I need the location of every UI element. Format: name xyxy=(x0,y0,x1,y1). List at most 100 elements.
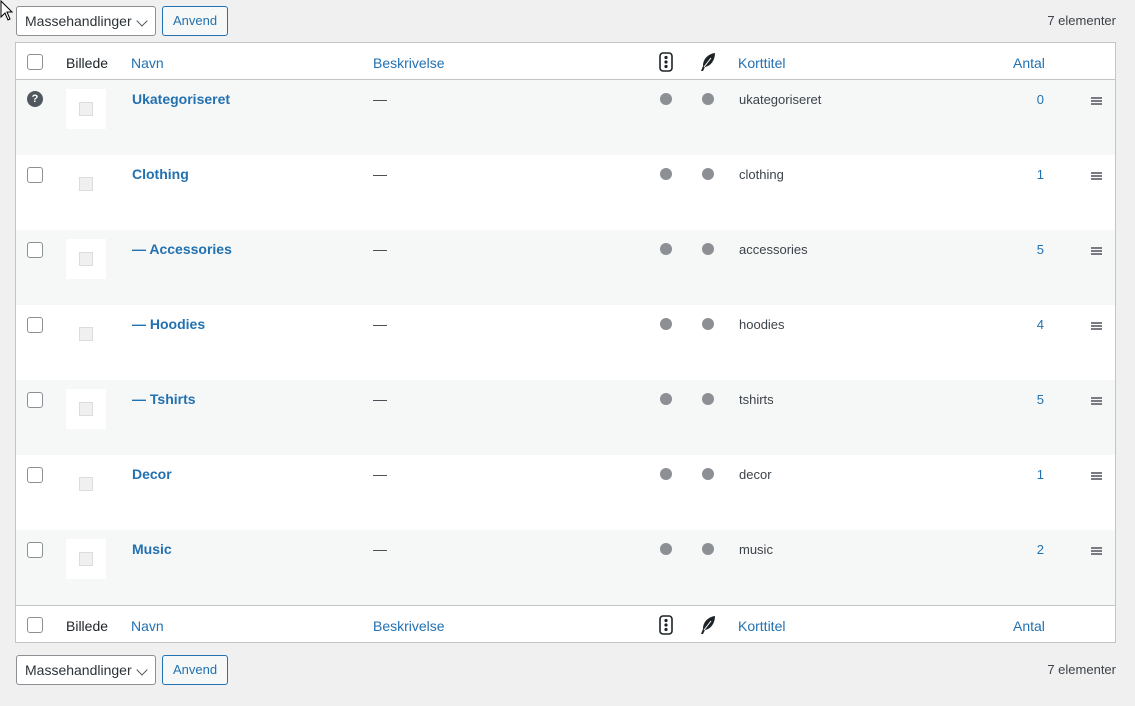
category-description: — xyxy=(373,541,387,557)
question-mark-icon: ? xyxy=(27,91,43,107)
category-slug: accessories xyxy=(739,242,808,257)
category-thumbnail xyxy=(66,239,106,279)
traffic-light-icon xyxy=(659,52,673,72)
chevron-down-icon xyxy=(136,15,148,27)
row-checkbox[interactable] xyxy=(27,542,43,558)
table-row: — Hoodies — hoodies 4 xyxy=(16,305,1115,380)
row-checkbox[interactable] xyxy=(27,392,43,408)
item-count: 7 elementer xyxy=(1047,662,1116,677)
mouse-cursor-icon xyxy=(0,0,14,21)
image-placeholder-icon xyxy=(79,477,93,491)
column-slug-footer[interactable]: Korttitel xyxy=(738,618,785,634)
select-all-checkbox-footer[interactable] xyxy=(27,617,43,633)
category-slug: clothing xyxy=(739,167,784,182)
drag-handle-icon[interactable] xyxy=(1091,547,1102,555)
category-thumbnail xyxy=(66,314,106,354)
row-checkbox[interactable] xyxy=(27,167,43,183)
column-name-header[interactable]: Navn xyxy=(131,55,164,71)
table-row: Decor — decor 1 xyxy=(16,455,1115,530)
status-dot xyxy=(702,468,714,480)
category-count-link[interactable]: 1 xyxy=(1037,167,1044,182)
category-description: — xyxy=(373,316,387,332)
column-description-header[interactable]: Beskrivelse xyxy=(373,55,445,71)
column-description-footer[interactable]: Beskrivelse xyxy=(373,618,445,634)
status-dot xyxy=(660,543,672,555)
status-dot xyxy=(660,243,672,255)
column-count-header[interactable]: Antal xyxy=(1013,55,1045,71)
category-count-link[interactable]: 2 xyxy=(1037,542,1044,557)
table-row: — Accessories — accessories 5 xyxy=(16,230,1115,305)
category-thumbnail xyxy=(66,89,106,129)
status-dot xyxy=(702,243,714,255)
category-slug: music xyxy=(739,542,773,557)
tablenav-bottom: Massehandlinger Anvend 7 elementer xyxy=(16,655,1116,685)
category-count-link[interactable]: 5 xyxy=(1037,242,1044,257)
image-placeholder-icon xyxy=(79,552,93,566)
bulk-actions-select[interactable]: Massehandlinger xyxy=(16,655,156,685)
select-all-checkbox[interactable] xyxy=(27,54,43,70)
category-thumbnail xyxy=(66,464,106,504)
category-slug: hoodies xyxy=(739,317,785,332)
status-dot xyxy=(702,393,714,405)
category-name-link[interactable]: Decor xyxy=(132,466,172,482)
feather-icon xyxy=(701,53,715,71)
row-checkbox[interactable] xyxy=(27,242,43,258)
drag-handle-icon[interactable] xyxy=(1091,397,1102,405)
drag-handle-icon[interactable] xyxy=(1091,97,1102,105)
column-slug-header[interactable]: Korttitel xyxy=(738,55,785,71)
status-dot xyxy=(660,168,672,180)
table-row: — Tshirts — tshirts 5 xyxy=(16,380,1115,455)
category-slug: decor xyxy=(739,467,772,482)
row-checkbox[interactable] xyxy=(27,467,43,483)
drag-handle-icon[interactable] xyxy=(1091,322,1102,330)
status-dot xyxy=(702,168,714,180)
category-thumbnail xyxy=(66,539,106,579)
row-checkbox[interactable] xyxy=(27,317,43,333)
category-count-link[interactable]: 0 xyxy=(1037,92,1044,107)
category-name-link[interactable]: Clothing xyxy=(132,166,189,182)
column-count-footer[interactable]: Antal xyxy=(1013,618,1045,634)
drag-handle-icon[interactable] xyxy=(1091,247,1102,255)
column-image-header: Billede xyxy=(66,55,109,71)
table-row: Music — music 2 xyxy=(16,530,1115,605)
table-row: Clothing — clothing 1 xyxy=(16,155,1115,230)
column-name-footer[interactable]: Navn xyxy=(131,618,164,634)
category-name-link[interactable]: — Accessories xyxy=(132,241,232,257)
category-description: — xyxy=(373,91,387,107)
table-header: Billede Navn Beskrivelse Korttitel Antal xyxy=(16,43,1115,80)
tablenav-top: Massehandlinger Anvend 7 elementer xyxy=(16,6,1116,36)
feather-icon xyxy=(701,616,715,634)
image-placeholder-icon xyxy=(79,102,93,116)
bulk-actions-label: Massehandlinger xyxy=(25,13,132,29)
category-name-link[interactable]: Ukategoriseret xyxy=(132,91,230,107)
apply-button[interactable]: Anvend xyxy=(162,6,228,36)
category-name-link[interactable]: Music xyxy=(132,541,172,557)
column-image-footer: Billede xyxy=(66,618,109,634)
category-thumbnail xyxy=(66,389,106,429)
category-description: — xyxy=(373,391,387,407)
item-count: 7 elementer xyxy=(1047,13,1116,28)
category-name-link[interactable]: — Tshirts xyxy=(132,391,196,407)
category-count-link[interactable]: 4 xyxy=(1037,317,1044,332)
status-dot xyxy=(702,93,714,105)
drag-handle-icon[interactable] xyxy=(1091,172,1102,180)
category-count-link[interactable]: 1 xyxy=(1037,467,1044,482)
chevron-down-icon xyxy=(136,664,148,676)
image-placeholder-icon xyxy=(79,177,93,191)
category-description: — xyxy=(373,466,387,482)
drag-handle-icon[interactable] xyxy=(1091,472,1102,480)
image-placeholder-icon xyxy=(79,252,93,266)
status-dot xyxy=(660,93,672,105)
category-count-link[interactable]: 5 xyxy=(1037,392,1044,407)
status-dot xyxy=(660,318,672,330)
category-description: — xyxy=(373,241,387,257)
status-dot xyxy=(660,393,672,405)
bulk-actions-select[interactable]: Massehandlinger xyxy=(16,6,156,36)
traffic-light-icon xyxy=(659,615,673,635)
category-description: — xyxy=(373,166,387,182)
apply-button[interactable]: Anvend xyxy=(162,655,228,685)
table-footer: Billede Navn Beskrivelse Korttitel Antal xyxy=(16,605,1115,642)
status-dot xyxy=(660,468,672,480)
category-name-link[interactable]: — Hoodies xyxy=(132,316,205,332)
bulk-actions-label: Massehandlinger xyxy=(25,662,132,678)
